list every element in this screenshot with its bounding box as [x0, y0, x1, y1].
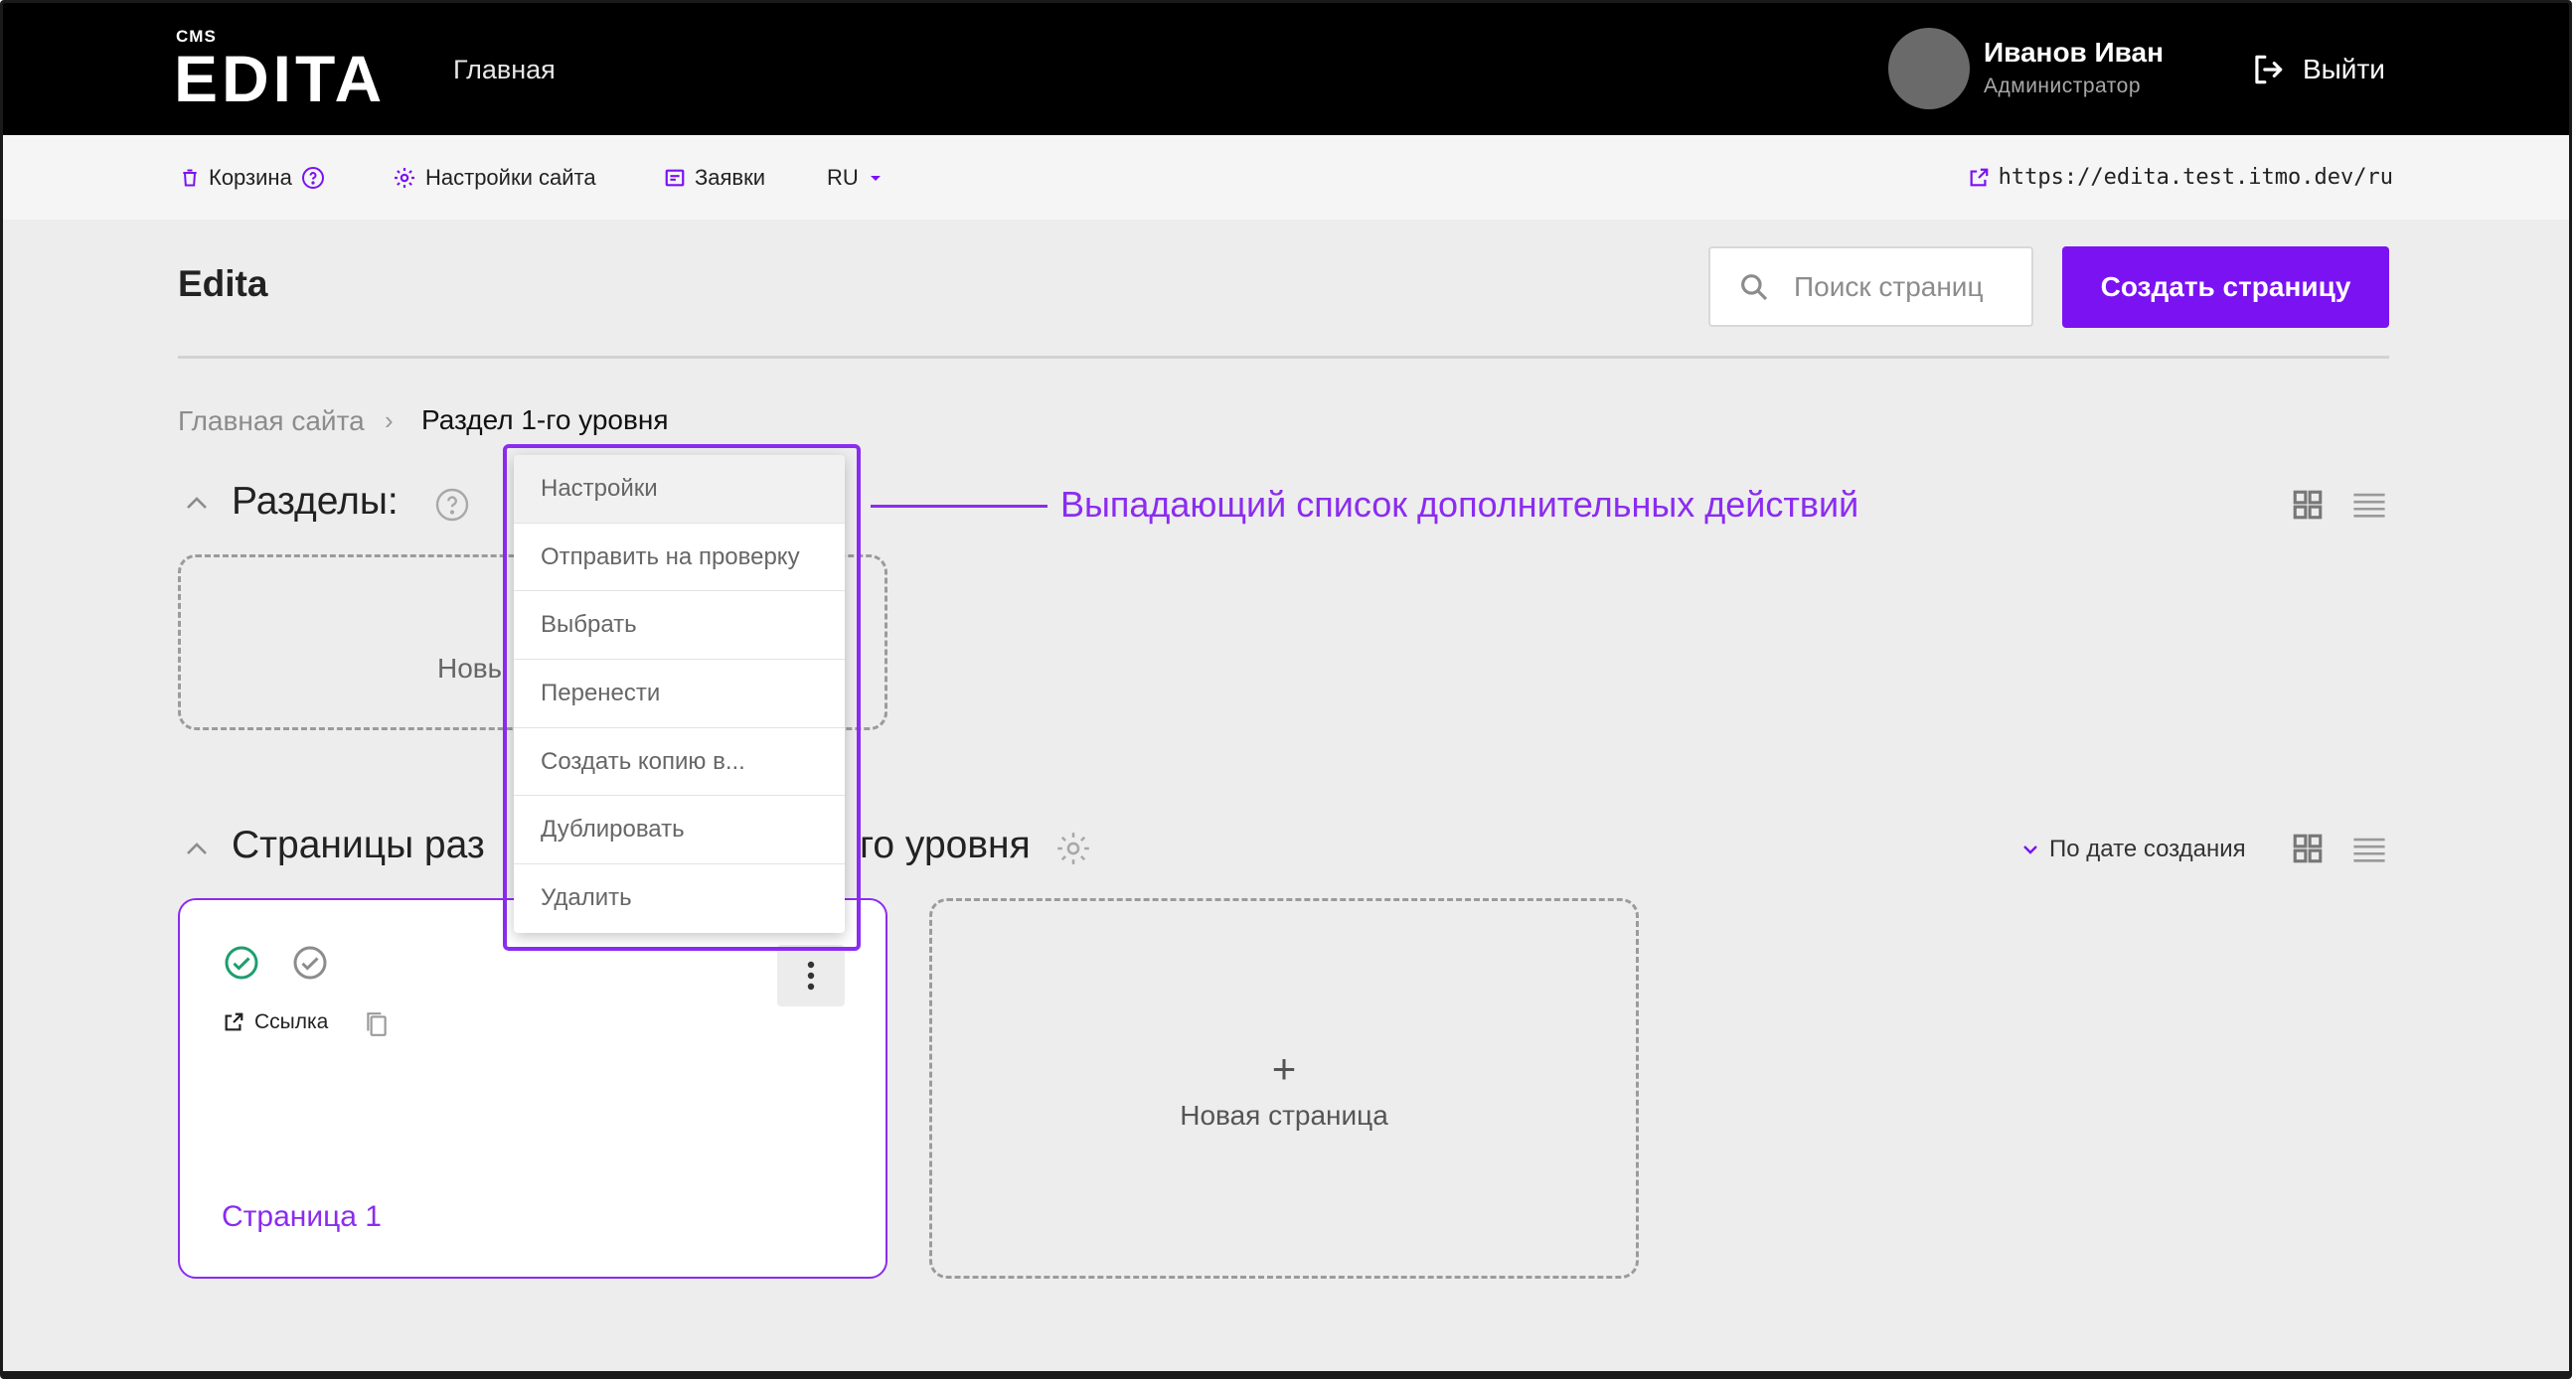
page-title: Edita: [178, 263, 268, 304]
page-card[interactable]: Ссылка Страница 1: [178, 898, 887, 1279]
callout-text: Выпадающий список дополнительных действи…: [1060, 484, 1859, 525]
collapse-sections-icon[interactable]: [184, 494, 210, 512]
search-icon: [1741, 273, 1768, 300]
trash-icon: [183, 169, 197, 187]
page-link[interactable]: Ссылка: [223, 1010, 328, 1034]
checked-status-icon: [293, 946, 327, 980]
trash-link[interactable]: Корзина: [180, 165, 325, 191]
site-toolbar: Корзина Настройки сайта Заявки RU https:…: [3, 135, 2569, 220]
copy-icon[interactable]: [364, 1010, 390, 1038]
menu-item-move[interactable]: Перенести: [514, 660, 845, 728]
logout-label: Выйти: [2303, 54, 2385, 84]
app-window: CMS EDITA Главная Иванов Иван Администра…: [0, 0, 2572, 1379]
header-divider: [178, 356, 2389, 359]
logout-button[interactable]: Выйти: [2249, 51, 2385, 88]
page-name[interactable]: Страница 1: [222, 1200, 382, 1234]
site-settings-link[interactable]: Настройки сайта: [393, 165, 596, 191]
more-vertical-icon: [807, 961, 815, 991]
search-box[interactable]: [1708, 246, 2033, 327]
sections-title: Разделы:: [232, 480, 399, 523]
logo[interactable]: EDITA: [174, 43, 386, 114]
menu-item-delete[interactable]: Удалить: [514, 864, 845, 933]
avatar[interactable]: [1888, 28, 1970, 109]
grid-view-icon[interactable]: [2291, 832, 2325, 865]
menu-item-send-review[interactable]: Отправить на проверку: [514, 523, 845, 592]
new-page-card[interactable]: + Новая страница: [929, 898, 1639, 1279]
external-link-icon: [225, 1012, 243, 1031]
grid-view-icon[interactable]: [2291, 488, 2325, 522]
breadcrumb-current: Раздел 1-го уровня: [421, 404, 669, 435]
requests-icon: [665, 169, 685, 187]
top-bar: CMS EDITA Главная Иванов Иван Администра…: [3, 3, 2569, 135]
requests-link[interactable]: Заявки: [664, 165, 765, 191]
external-link-icon: [1970, 168, 1988, 186]
nav-home-link[interactable]: Главная: [453, 55, 556, 85]
logout-icon: [2255, 55, 2283, 84]
site-url-label: https://edita.test.itmo.dev/ru: [1998, 165, 2393, 190]
actions-dropdown-menu: Настройки Отправить на проверку Выбрать …: [514, 455, 845, 933]
chevron-down-icon: [2023, 845, 2037, 854]
site-url-link[interactable]: https://edita.test.itmo.dev/ru: [1968, 165, 2393, 190]
plus-icon: +: [1271, 1045, 1297, 1092]
help-icon[interactable]: [301, 166, 325, 190]
menu-item-settings[interactable]: Настройки: [514, 455, 845, 524]
create-page-button[interactable]: Создать страницу: [2062, 246, 2389, 328]
menu-item-select[interactable]: Выбрать: [514, 591, 845, 661]
sort-label: По дате создания: [2049, 836, 2246, 862]
requests-label: Заявки: [695, 165, 766, 190]
pages-title-start: Страницы раз: [232, 824, 485, 866]
published-status-icon: [225, 946, 258, 980]
collapse-pages-icon[interactable]: [184, 840, 210, 857]
list-view-icon[interactable]: [2352, 490, 2386, 520]
breadcrumb-root[interactable]: Главная сайта: [178, 405, 365, 437]
gear-icon: [395, 168, 414, 188]
trash-label: Корзина: [209, 165, 292, 190]
site-settings-label: Настройки сайта: [425, 165, 596, 190]
pages-title-end: го уровня: [860, 824, 1031, 866]
callout-line: [871, 505, 1047, 508]
sort-dropdown[interactable]: По дате создания: [2021, 836, 2246, 863]
language-select[interactable]: RU: [827, 165, 884, 191]
list-view-icon[interactable]: [2352, 835, 2386, 864]
breadcrumb-separator: ›: [385, 405, 394, 435]
more-actions-button[interactable]: [777, 945, 845, 1006]
user-name: Иванов Иван: [1984, 37, 2165, 68]
menu-item-duplicate[interactable]: Дублировать: [514, 796, 845, 865]
page-link-label: Ссылка: [254, 1010, 329, 1033]
new-section-label: Новы: [437, 653, 508, 684]
new-page-label: Новая страница: [1180, 1100, 1388, 1131]
search-input[interactable]: [1792, 269, 2014, 304]
pages-settings-gear-icon[interactable]: [1054, 830, 1092, 867]
chevron-down-icon: [870, 176, 881, 181]
language-value: RU: [827, 165, 859, 190]
question-icon[interactable]: [434, 487, 470, 523]
menu-item-copy-to[interactable]: Создать копию в...: [514, 727, 845, 797]
user-role: Администратор: [1984, 75, 2142, 97]
